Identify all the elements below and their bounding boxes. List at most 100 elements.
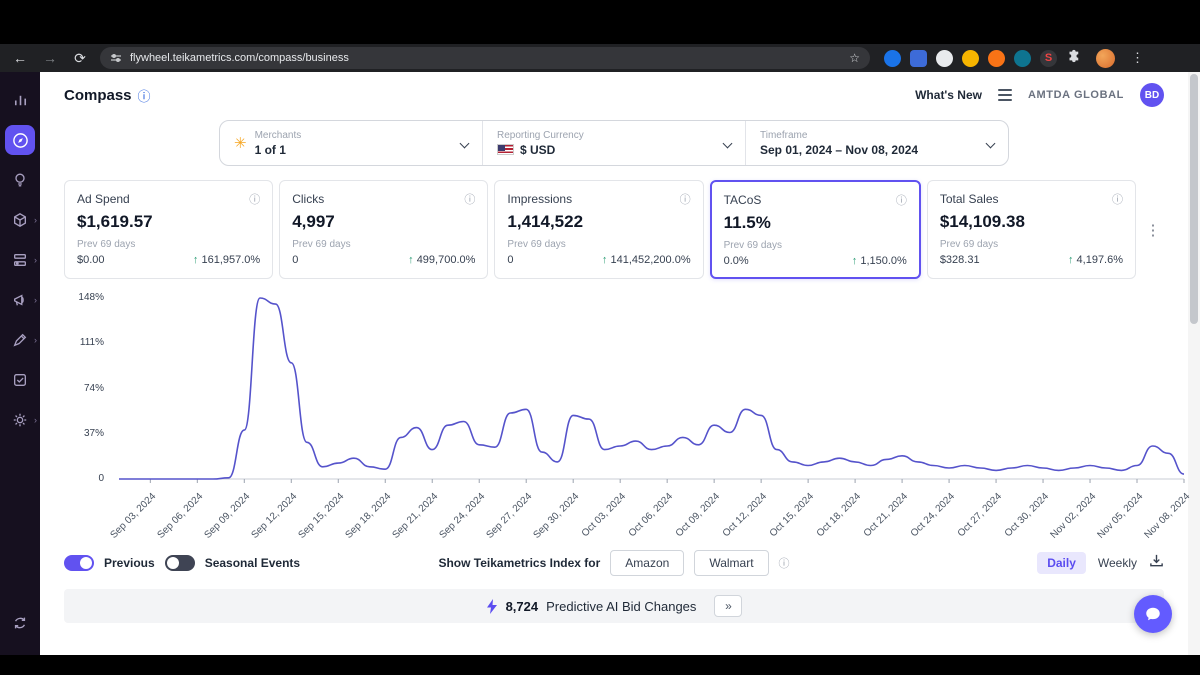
x-tick-label: Nov 02, 2024 bbox=[1047, 491, 1098, 541]
metric-card-impressions[interactable]: Impressions ⓘ 1,414,522 Prev 69 days 0 ↑ 1… bbox=[494, 180, 704, 279]
url-text[interactable]: flywheel.teikametrics.com/compass/busine… bbox=[130, 52, 841, 64]
sidebar-item-data[interactable]: › bbox=[0, 240, 40, 280]
browser-profile-avatar[interactable] bbox=[1096, 48, 1115, 68]
sidebar-item-compass[interactable] bbox=[0, 120, 40, 160]
tacos-line-chart[interactable]: 0 37% 74% 111% 148% Sep 03, 2024 Sep 06, 2024… bbox=[64, 292, 1191, 545]
sidebar-item-tasks[interactable] bbox=[0, 360, 40, 400]
info-icon[interactable]: ⓘ bbox=[1112, 191, 1123, 207]
extension-icon-white[interactable] bbox=[936, 49, 953, 67]
extension-icon-s[interactable]: S bbox=[1040, 49, 1057, 67]
gear-icon bbox=[13, 413, 27, 427]
x-tick-label: Oct 30, 2024 bbox=[1002, 491, 1051, 540]
user-avatar[interactable]: BD bbox=[1140, 83, 1164, 107]
metric-change: 1,150.0% bbox=[860, 255, 907, 267]
reload-icon[interactable]: ⟳ bbox=[70, 50, 90, 67]
bid-changes-label: Predictive AI Bid Changes bbox=[546, 598, 697, 614]
up-arrow-icon: ↑ bbox=[1067, 254, 1074, 266]
main-content: Compass ⓘ What's New AMTDA GLOBAL BD ✳ M… bbox=[40, 72, 1192, 655]
extension-icon-blue-square[interactable] bbox=[910, 49, 927, 67]
metric-value: 4,997 bbox=[292, 212, 335, 231]
filter-bar: ✳ Merchants 1 of 1 Reporting Currency $ … bbox=[40, 120, 1188, 166]
site-settings-icon[interactable] bbox=[110, 52, 122, 64]
chevron-right-icon: › bbox=[34, 295, 37, 305]
sidebar-item-insights[interactable] bbox=[0, 160, 40, 200]
chart-controls: Previous Seasonal Events Show Teikametri… bbox=[64, 549, 1164, 577]
extension-icon-yellow-flower[interactable] bbox=[962, 49, 979, 67]
page-scrollbar bbox=[1188, 72, 1200, 655]
banner-expand-button[interactable]: » bbox=[714, 595, 743, 617]
merchants-dropdown[interactable]: ✳ Merchants 1 of 1 bbox=[220, 121, 482, 165]
metric-label: TACoS bbox=[723, 193, 762, 207]
currency-label: Reporting Currency bbox=[497, 129, 584, 141]
extension-icon-arc[interactable] bbox=[884, 49, 901, 67]
x-tick-label: Sep 24, 2024 bbox=[437, 491, 488, 541]
sidebar-item-settings[interactable]: › bbox=[0, 400, 40, 440]
x-tick-label: Oct 03, 2024 bbox=[579, 491, 628, 540]
info-icon[interactable]: ⓘ bbox=[896, 192, 907, 208]
chat-icon bbox=[1146, 607, 1160, 621]
forward-icon[interactable]: → bbox=[40, 50, 60, 66]
scrollbar-thumb[interactable] bbox=[1190, 74, 1198, 324]
back-icon[interactable]: ← bbox=[10, 50, 30, 66]
sidebar-item-sync[interactable] bbox=[0, 603, 40, 643]
info-icon[interactable]: ⓘ bbox=[464, 191, 475, 207]
timeframe-label: Timeframe bbox=[760, 129, 808, 141]
metric-prev-label: Prev 69 days bbox=[723, 240, 782, 251]
timeframe-dropdown[interactable]: Timeframe Sep 01, 2024 – Nov 08, 2024 bbox=[745, 121, 1008, 165]
browser-menu-icon[interactable]: ⋮ bbox=[1131, 50, 1144, 66]
metric-card-clicks[interactable]: Clicks ⓘ 4,997 Prev 69 days 0 ↑ 499,700.0% bbox=[279, 180, 489, 279]
metric-card-total-sales[interactable]: Total Sales ⓘ $14,109.38 Prev 69 days $32… bbox=[926, 180, 1137, 279]
metric-card-tacos[interactable]: TACoS ⓘ 11.5% Prev 69 days 0.0% ↑ 1,150.0% bbox=[709, 180, 921, 279]
us-flag-icon bbox=[497, 144, 514, 155]
ai-bid-changes-banner: 8,724 Predictive AI Bid Changes » bbox=[64, 589, 1164, 623]
x-tick-label: Nov 08, 2024 bbox=[1141, 491, 1192, 541]
previous-toggle-label: Previous bbox=[104, 556, 155, 570]
metric-label: Clicks bbox=[292, 192, 325, 206]
puzzle-extensions-icon[interactable] bbox=[1066, 49, 1080, 68]
info-icon[interactable]: ⓘ bbox=[680, 191, 691, 207]
x-tick-label: Oct 12, 2024 bbox=[720, 491, 769, 540]
x-tick-label: Sep 18, 2024 bbox=[343, 491, 394, 541]
lightning-bolt-icon bbox=[486, 598, 497, 614]
chart-plot-area[interactable] bbox=[119, 293, 1185, 485]
sidebar-item-content[interactable]: › bbox=[0, 320, 40, 360]
pen-icon bbox=[13, 333, 27, 347]
bookmark-star-icon[interactable]: ☆ bbox=[849, 51, 860, 65]
metric-card-ad-spend[interactable]: Ad Spend ⓘ $1,619.57 Prev 69 days $0.00 ↑ … bbox=[64, 180, 274, 279]
compass-icon bbox=[12, 132, 28, 148]
amazon-index-button[interactable]: Amazon bbox=[610, 550, 685, 576]
currency-dropdown[interactable]: Reporting Currency $ USD bbox=[482, 121, 745, 165]
info-icon[interactable]: ⓘ bbox=[138, 86, 151, 105]
metric-prev-label: Prev 69 days bbox=[292, 239, 351, 250]
app-window: › › › › › Compass ⓘ What's New AMTDA GLO… bbox=[0, 72, 1200, 655]
sidebar-item-advertising[interactable]: › bbox=[0, 280, 40, 320]
extension-icon-teal[interactable] bbox=[1014, 49, 1031, 67]
download-icon[interactable] bbox=[1149, 553, 1164, 573]
sidebar-item-performance[interactable] bbox=[0, 80, 40, 120]
url-bar[interactable]: flywheel.teikametrics.com/compass/busine… bbox=[100, 47, 870, 69]
whats-new-link[interactable]: What's New bbox=[915, 88, 982, 102]
info-icon[interactable]: ⓘ bbox=[249, 191, 260, 207]
cards-overflow-menu-icon[interactable]: ⋮ bbox=[1142, 180, 1164, 279]
daily-granularity-button[interactable]: Daily bbox=[1037, 552, 1086, 574]
seasonal-events-toggle[interactable] bbox=[164, 555, 195, 571]
screen: ← → ⟳ flywheel.teikametrics.com/compass/… bbox=[0, 0, 1200, 675]
up-arrow-icon: ↑ bbox=[192, 254, 199, 266]
chevron-right-icon: › bbox=[34, 415, 37, 425]
sync-icon bbox=[14, 617, 26, 629]
chat-widget-button[interactable] bbox=[1134, 595, 1172, 633]
metric-prev-label: Prev 69 days bbox=[507, 239, 566, 250]
x-tick-label: Oct 24, 2024 bbox=[908, 491, 957, 540]
sparkle-icon: ✳ bbox=[234, 135, 247, 152]
weekly-granularity-button[interactable]: Weekly bbox=[1098, 556, 1137, 570]
x-tick-label: Sep 09, 2024 bbox=[202, 491, 253, 541]
org-menu-icon[interactable] bbox=[997, 89, 1012, 101]
walmart-index-button[interactable]: Walmart bbox=[694, 550, 769, 576]
previous-toggle[interactable] bbox=[64, 555, 94, 571]
merchants-label: Merchants bbox=[254, 129, 302, 141]
y-tick-label: 0 bbox=[98, 473, 104, 484]
sidebar-item-inventory[interactable]: › bbox=[0, 200, 40, 240]
info-icon[interactable]: ⓘ bbox=[779, 555, 790, 571]
extension-icon-orange[interactable] bbox=[988, 49, 1005, 67]
page-header: Compass ⓘ What's New AMTDA GLOBAL BD bbox=[40, 72, 1188, 118]
